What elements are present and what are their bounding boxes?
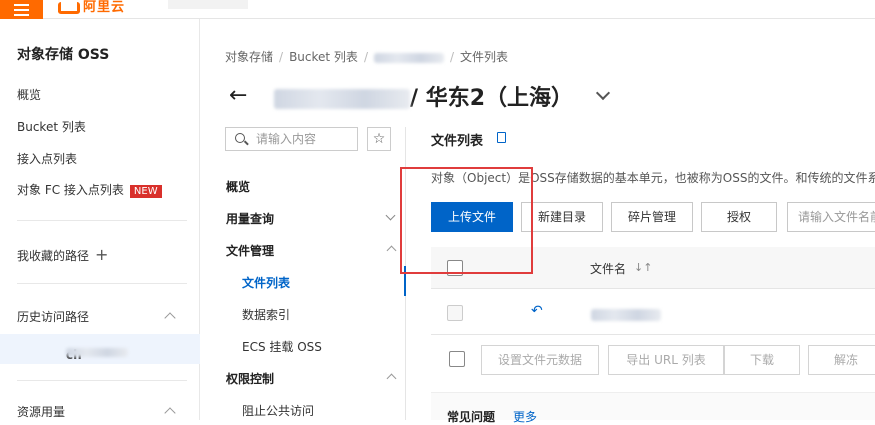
plus-icon[interactable]: + (95, 245, 108, 264)
unfreeze-button[interactable]: 解冻 (808, 345, 875, 375)
download-button[interactable]: 下载 (724, 345, 800, 375)
document-icon[interactable] (497, 132, 506, 143)
menu-search[interactable] (225, 127, 358, 151)
page-title: / 华东2（上海） (274, 80, 573, 112)
menu-item-file-list[interactable]: 文件列表 (242, 274, 290, 291)
new-badge: NEW (129, 185, 162, 198)
sidebar-item-label: 对象 FC 接入点列表 (17, 183, 124, 197)
menu-item-ecs-mount[interactable]: ECS 挂载 OSS (242, 338, 322, 355)
sidebar-title: 对象存储 OSS (17, 47, 110, 63)
divider (17, 283, 187, 284)
set-metadata-button[interactable]: 设置文件元数据 (481, 345, 599, 375)
star-icon[interactable]: ☆ (367, 127, 391, 151)
menu-search-input[interactable] (256, 131, 354, 147)
sort-icon[interactable]: ↓↑ (634, 261, 652, 274)
chevron-down-icon[interactable] (385, 210, 396, 221)
sidebar-resources[interactable]: 资源用量 (17, 403, 65, 420)
breadcrumb-bucket-list[interactable]: Bucket 列表 (289, 50, 358, 64)
bulk-select-checkbox[interactable] (449, 351, 465, 367)
menu-item-block-public-access[interactable]: 阻止公共访问 (242, 402, 314, 419)
column-filename[interactable]: 文件名 (590, 260, 626, 277)
region-title: / 华东2（上海） (410, 86, 574, 111)
highlight-annotation (400, 167, 533, 274)
favorites-label: 我收藏的路径 (17, 249, 90, 263)
faq-title: 常见问题 (447, 410, 496, 424)
sidebar-item-bucket-list[interactable]: Bucket 列表 (17, 118, 86, 135)
menu-icon[interactable] (0, 0, 43, 19)
menu-item-data-index[interactable]: 数据索引 (242, 306, 290, 323)
breadcrumb-bucket-name[interactable] (373, 52, 444, 63)
chevron-up-icon[interactable] (164, 312, 176, 324)
menu-group-access-control[interactable]: 权限控制 (226, 370, 274, 387)
breadcrumb-file-list: 文件列表 (460, 50, 509, 64)
sidebar-item-fc-access-points[interactable]: 对象 FC 接入点列表 NEW (17, 181, 162, 198)
export-url-button[interactable]: 导出 URL 列表 (608, 345, 724, 375)
history-item[interactable]: ch (0, 334, 200, 364)
brand-logo[interactable]: 阿里云 (58, 0, 125, 15)
authorize-button[interactable]: 授权 (701, 202, 777, 232)
sidebar-item-access-points[interactable]: 接入点列表 (17, 150, 77, 167)
table-row[interactable]: ↶ (431, 290, 875, 335)
menu-group-usage[interactable]: 用量查询 (226, 210, 274, 227)
divider (17, 220, 187, 221)
breadcrumb-oss[interactable]: 对象存储 (225, 50, 273, 64)
back-arrow-icon[interactable]: ← (229, 83, 247, 108)
row-checkbox (447, 305, 463, 321)
chevron-down-icon[interactable] (595, 85, 611, 101)
top-bar: 阿里云 (0, 0, 875, 19)
file-list-title: 文件列表 (431, 134, 484, 149)
chevron-up-icon[interactable] (386, 373, 397, 384)
faq-section: 常见问题 更多 (431, 392, 875, 424)
faq-more-link[interactable]: 更多 (513, 408, 537, 425)
breadcrumb: 对象存储 / Bucket 列表 / / 文件列表 (225, 50, 509, 64)
sidebar-history[interactable]: 历史访问路径 (17, 308, 89, 325)
fragment-management-button[interactable]: 碎片管理 (611, 202, 693, 232)
chevron-up-icon[interactable] (164, 407, 176, 419)
sidebar-favorites[interactable]: 我收藏的路径 + (17, 245, 108, 264)
bulk-action-bar: 设置文件元数据 导出 URL 列表 下载 解冻 (431, 341, 875, 379)
filename-prefix-input[interactable]: 请输入文件名前缀 (787, 202, 875, 232)
search-icon (235, 133, 245, 143)
sidebar-item-overview[interactable]: 概览 (17, 86, 41, 103)
bucket-name-redacted (274, 89, 410, 109)
parent-dir-link[interactable] (591, 309, 661, 321)
divider (17, 380, 187, 381)
new-directory-button[interactable]: 新建目录 (521, 202, 603, 232)
top-workbench-box[interactable] (168, 0, 248, 9)
return-icon[interactable]: ↶ (531, 303, 543, 319)
sidebar: 对象存储 OSS 概览 Bucket 列表 接入点列表 对象 FC 接入点列表 N… (0, 19, 200, 420)
menu-group-file-management[interactable]: 文件管理 (226, 242, 274, 259)
redacted-text (66, 348, 128, 357)
menu-group-overview[interactable]: 概览 (226, 178, 250, 195)
chevron-up-icon[interactable] (386, 245, 397, 256)
